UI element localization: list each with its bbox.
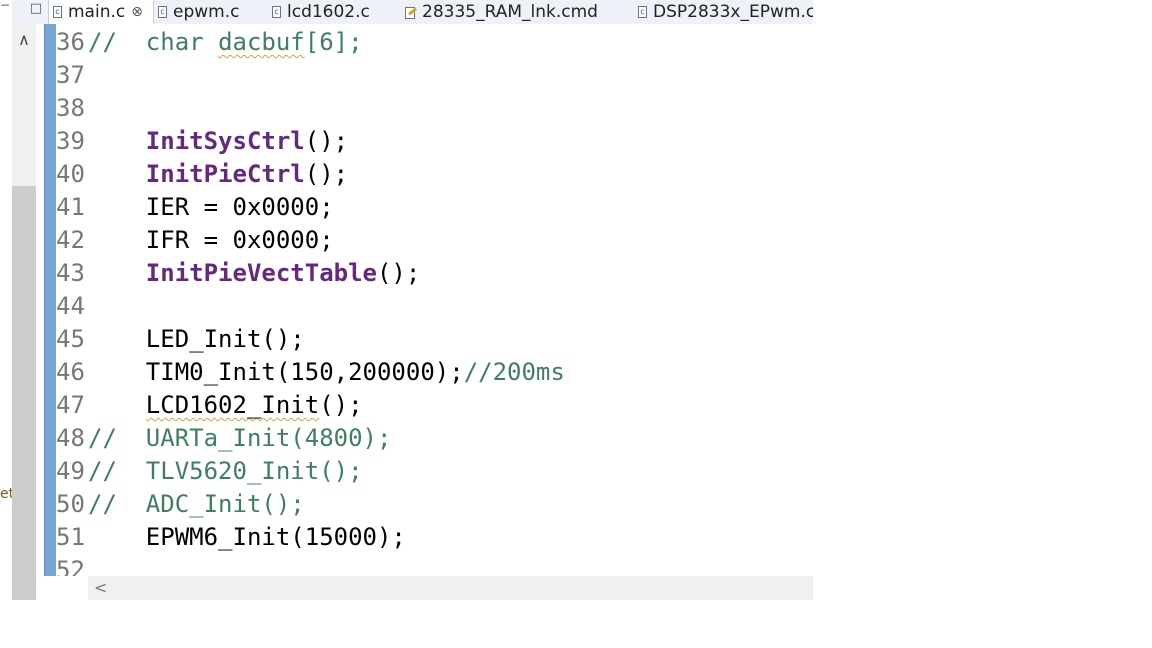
code-line: 37	[56, 61, 85, 89]
c-file-icon: c	[272, 6, 281, 18]
code-line: 52	[56, 556, 85, 576]
scrollbar-thumb[interactable]	[12, 186, 36, 600]
code-line: 38	[56, 94, 85, 122]
scroll-corner	[36, 576, 88, 600]
tab-label: main.c	[68, 2, 126, 22]
maximize-icon[interactable]: □	[26, 0, 46, 24]
code-line: 41 IER = 0x0000;	[56, 193, 334, 221]
horizontal-scrollbar[interactable]: <	[88, 576, 813, 600]
code-line: 48// UARTa_Init(4800);	[56, 424, 392, 452]
code-line: 43 InitPieVectTable();	[56, 259, 421, 287]
tab-label: DSP2833x_EPwm.c	[653, 2, 813, 22]
scroll-up-icon[interactable]: ∧	[12, 26, 36, 54]
minimize-icon[interactable]: −	[0, 0, 12, 12]
code-line: 51 EPWM6_Init(15000);	[56, 523, 406, 551]
code-line: 49// TLV5620_Init();	[56, 457, 363, 485]
tab-label: lcd1602.c	[287, 2, 370, 22]
c-file-icon: c	[638, 6, 647, 18]
tab-label: epwm.c	[173, 2, 240, 22]
c-file-icon: c	[158, 6, 167, 18]
tab-label: 28335_RAM_lnk.cmd	[422, 2, 598, 22]
code-line: 44	[56, 292, 85, 320]
code-line: 50// ADC_Init();	[56, 490, 305, 518]
cmd-file-icon	[404, 6, 416, 19]
scroll-left-icon[interactable]: <	[94, 576, 107, 600]
code-line: 46 TIM0_Init(150,200000);//200ms	[56, 358, 565, 386]
c-file-icon: c	[53, 6, 62, 18]
left-window-strip: − et	[0, 0, 14, 600]
tab-main-c[interactable]: c main.c ⊗	[48, 0, 154, 24]
code-line: 36// char dacbuf[6];	[56, 28, 363, 56]
tab-epwm-c[interactable]: c epwm.c	[158, 0, 239, 24]
code-line: 39 InitSysCtrl();	[56, 127, 349, 155]
code-editor[interactable]: 36// char dacbuf[6]; 37 38 39 InitSysCtr…	[56, 24, 813, 576]
close-icon[interactable]: ⊗	[131, 2, 143, 22]
tab-lcd1602-c[interactable]: c lcd1602.c	[272, 0, 370, 24]
code-line: 45 LED_Init();	[56, 325, 305, 353]
editor-tab-bar: □ c main.c ⊗ c epwm.c c lcd1602.c 28335_…	[12, 0, 813, 25]
code-line: 47 LCD1602_Init();	[56, 389, 565, 422]
editor-ruler	[36, 24, 44, 600]
change-marker-bar	[44, 24, 56, 576]
code-line: 40 InitPieCtrl();	[56, 160, 349, 188]
tab-dsp2833x-epwm-c[interactable]: c DSP2833x_EPwm.c	[638, 0, 813, 24]
vertical-scrollbar[interactable]: ∧	[12, 24, 36, 600]
tab-28335-ram-lnk-cmd[interactable]: 28335_RAM_lnk.cmd	[404, 0, 598, 24]
code-line: 42 IFR = 0x0000;	[56, 226, 334, 254]
